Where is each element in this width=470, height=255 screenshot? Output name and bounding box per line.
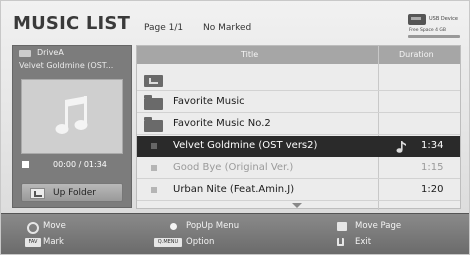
usb-drive-icon [408,14,426,25]
parent-folder-icon [144,75,163,87]
hint-move-label: Move [43,221,66,231]
column-title: Title [241,50,259,59]
list-item-folder[interactable]: Favorite Music [137,92,460,113]
page-indicator: Page 1/1 [144,23,184,33]
folder-icon [144,95,163,110]
key-guide-footer: Move PopUp Menu Move Page FAV Mark Q.MEN… [1,213,469,254]
music-note-icon [55,96,88,134]
list-item-duration: 1:15 [421,162,444,173]
playback-time: 00:00 / 01:34 [53,160,107,169]
hint-move-page-label: Move Page [355,221,402,231]
hint-option-label: Option [186,237,215,247]
device-label: USB Device [429,16,458,22]
stop-icon[interactable] [22,161,29,168]
drive-name: DriveA [37,48,64,57]
album-art [21,79,123,154]
list-item-selected[interactable]: Velvet Goldmine (OST vers2) 1:34 [137,136,460,157]
list-item-duration: 1:34 [421,140,444,151]
current-file-name: Velvet Goldmine (OST... [19,61,114,70]
device-free-space: Free Space 4 GB [409,28,446,33]
now-playing-panel: DriveA Velvet Goldmine (OST... 00:00 / 0… [12,45,132,208]
hint-mark-label: Mark [43,237,64,247]
up-folder-button[interactable]: Up Folder [21,183,123,202]
marked-status: No Marked [203,23,252,33]
list-item-label: Favorite Music No.2 [173,118,271,129]
now-playing-icon [396,141,406,153]
list-item-folder[interactable]: Favorite Music No.2 [137,114,460,135]
drive-row: DriveA [13,46,131,60]
usb-device-indicator: USB Device Free Space 4 GB [407,13,461,39]
up-folder-label: Up Folder [53,188,96,198]
list-item-label: Urban Nite (Feat.Amin.J) [173,184,295,195]
list-item-file[interactable]: Urban Nite (Feat.Amin.J) 1:20 [137,180,460,201]
ok-button-icon [168,222,180,231]
music-file-icon [151,165,157,171]
list-item-label: Good Bye (Original Ver.) [173,162,294,173]
list-header: Title Duration [137,46,460,64]
drive-icon [19,50,31,57]
music-list-screen: MUSIC LIST Page 1/1 No Marked USB Device… [0,0,470,255]
device-space-bar [408,35,460,38]
page-title: MUSIC LIST [13,13,131,34]
qmenu-key-icon: Q.MENU [154,238,182,247]
scroll-down-icon[interactable] [292,203,302,208]
music-file-icon [151,143,157,149]
folder-icon [144,117,163,132]
playback-time-row: 00:00 / 01:34 [13,158,131,172]
list-item-parent-folder[interactable] [137,70,460,91]
list-item-duration: 1:20 [421,184,444,195]
up-folder-icon [30,188,45,199]
page-key-icon [337,222,347,231]
hint-exit-label: Exit [355,237,372,247]
fav-key-icon: FAV [25,238,41,247]
list-item-label: Velvet Goldmine (OST vers2) [173,140,318,151]
back-key-icon [337,238,344,246]
navigation-arrows-icon [25,222,39,234]
list-item-file[interactable]: Good Bye (Original Ver.) 1:15 [137,158,460,179]
column-duration: Duration [399,50,434,59]
music-file-icon [151,187,157,193]
file-list: Title Duration Favorite Music Favorite M… [136,45,461,210]
hint-popup-label: PopUp Menu [186,221,240,231]
list-item-label: Favorite Music [173,96,245,107]
